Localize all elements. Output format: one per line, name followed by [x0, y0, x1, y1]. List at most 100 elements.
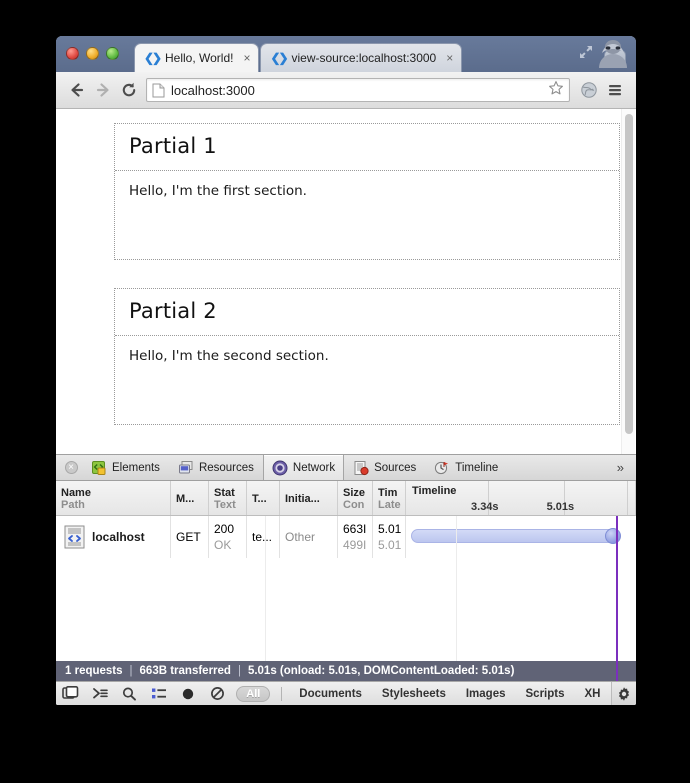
page-viewport: Partial 1 Hello, I'm the first section. …	[56, 109, 636, 454]
incognito-icon	[599, 40, 627, 68]
devtools-tab-bar: × Elements Resources Network Sources Tim…	[56, 455, 636, 481]
zoom-window-button[interactable]	[106, 47, 119, 60]
bookmark-star-icon[interactable]	[542, 80, 564, 101]
filter-stylesheets[interactable]: Stylesheets	[372, 688, 456, 700]
window-controls	[66, 47, 119, 60]
dock-side-button[interactable]	[56, 686, 85, 701]
devtools-panel: × Elements Resources Network Sources Tim…	[56, 454, 636, 705]
address-bar-text: localhost:3000	[171, 82, 255, 98]
filter-documents[interactable]: Documents	[289, 688, 372, 700]
filter-images[interactable]: Images	[456, 688, 516, 700]
clear-button[interactable]	[203, 686, 232, 701]
col-title: T...	[252, 493, 267, 505]
col-title: Size	[343, 487, 366, 499]
column-header-name[interactable]: Name Path	[56, 481, 171, 515]
request-timeline-bar	[410, 528, 621, 544]
column-header-status[interactable]: Stat Text	[209, 481, 247, 515]
browser-tab-1[interactable]: ❮❯ view-source:localhost:3000 ×	[260, 43, 463, 72]
code-favicon: ❮❯	[270, 51, 288, 65]
col-subtitle: Con	[343, 499, 365, 511]
status-text: OK	[214, 538, 232, 552]
gear-icon	[618, 686, 629, 701]
reload-button[interactable]	[116, 77, 142, 103]
back-button[interactable]	[64, 77, 90, 103]
large-rows-button[interactable]	[144, 687, 173, 701]
devtools-tab-elements[interactable]: Elements	[82, 455, 169, 480]
chrome-menu-button[interactable]	[602, 77, 628, 103]
col-title: M...	[176, 493, 195, 505]
network-row-list: localhost GET 200 OK te... Other 663I 49…	[56, 516, 636, 661]
col-subtitle: Text	[214, 499, 236, 511]
column-header-initiator[interactable]: Initia...	[280, 481, 338, 515]
code-favicon: ❮❯	[143, 51, 162, 65]
column-header-timeline[interactable]: Timeline 3.34s 5.01s	[406, 481, 636, 515]
elements-icon	[92, 460, 106, 475]
page-scrollbar[interactable]	[621, 109, 635, 454]
devtools-settings-button[interactable]	[610, 682, 636, 705]
star-icon	[549, 80, 563, 94]
partial-2-body: Hello, I'm the second section.	[129, 348, 329, 364]
filter-xhr[interactable]: XH	[575, 688, 611, 700]
devtools-tab-label: Timeline	[455, 461, 499, 474]
search-button[interactable]	[115, 686, 144, 702]
forward-arrow-icon	[96, 83, 109, 97]
reload-icon	[122, 82, 136, 97]
minimize-window-button[interactable]	[86, 47, 99, 60]
summary-separator: |	[129, 665, 133, 677]
close-icon: ×	[64, 461, 78, 474]
close-tab-icon[interactable]: ×	[243, 52, 250, 64]
record-button[interactable]	[174, 687, 203, 701]
devtools-tab-sources[interactable]: Sources	[344, 455, 425, 480]
size-value: 663I	[343, 521, 367, 536]
column-header-size[interactable]: Size Con	[338, 481, 373, 515]
devtools-filter-bar: All Documents Stylesheets Images Scripts…	[56, 681, 636, 705]
close-tab-icon[interactable]: ×	[446, 52, 453, 64]
cell-name: localhost	[56, 516, 171, 558]
cell-initiator: Other	[280, 516, 338, 558]
timing-summary: 5.01s (onload: 5.01s, DOMContentLoaded: …	[247, 665, 515, 677]
fullscreen-icon[interactable]	[578, 44, 594, 60]
devtools-tab-timeline[interactable]: Timeline	[425, 455, 507, 480]
partial-section-1: Partial 1 Hello, I'm the first section.	[114, 123, 620, 260]
cell-timeline	[406, 516, 636, 558]
content-value: 499I	[343, 538, 367, 552]
console-prompt-icon	[92, 688, 108, 699]
devtools-tab-label: Sources	[374, 461, 417, 474]
browser-window: ❮❯ Hello, World! × ❮❯ view-source:localh…	[56, 36, 636, 705]
network-summary-bar: 1 requests | 663B transferred | 5.01s (o…	[56, 661, 636, 681]
page-scrollbar-thumb[interactable]	[625, 114, 633, 434]
devtools-tab-label: Elements	[112, 461, 160, 474]
address-bar[interactable]: localhost:3000	[146, 78, 570, 102]
column-header-type[interactable]: T...	[247, 481, 280, 515]
transferred-size: 663B transferred	[139, 665, 231, 677]
partial-2-header: Partial 2	[115, 289, 619, 336]
filter-all-button[interactable]: All	[236, 685, 271, 702]
search-icon	[123, 687, 137, 701]
devtools-tab-resources[interactable]: Resources	[169, 455, 263, 480]
forward-button[interactable]	[90, 77, 116, 103]
devtools-close-button[interactable]: ×	[60, 455, 82, 480]
timeline-label: Timeline	[412, 485, 457, 497]
cell-status: 200 OK	[209, 516, 247, 558]
devtools-tab-network[interactable]: Network	[262, 455, 345, 480]
page-content: Partial 1 Hello, I'm the first section. …	[56, 109, 636, 425]
network-table: Name Path M... Stat Text T... Initia...	[56, 481, 636, 661]
cell-type: te...	[247, 516, 280, 558]
translate-button[interactable]	[576, 77, 602, 103]
column-header-method[interactable]: M...	[171, 481, 209, 515]
close-window-button[interactable]	[66, 47, 79, 60]
browser-tab-0[interactable]: ❮❯ Hello, World! ×	[134, 43, 260, 72]
devtools-overflow-button[interactable]: »	[605, 455, 636, 480]
hamburger-menu-icon	[609, 85, 621, 96]
col-subtitle: Path	[61, 499, 85, 511]
filter-scripts[interactable]: Scripts	[516, 688, 575, 700]
tab-list: ❮❯ Hello, World! × ❮❯ view-source:localh…	[134, 43, 463, 72]
table-row[interactable]: localhost GET 200 OK te... Other 663I 49…	[56, 516, 636, 558]
status-code: 200	[214, 521, 235, 536]
column-header-time[interactable]: Tim Late	[373, 481, 406, 515]
timeline-tick-label: 5.01s	[546, 501, 575, 513]
network-icon	[272, 460, 288, 475]
partial-1-heading: Partial 1	[129, 134, 217, 158]
console-button[interactable]	[85, 686, 114, 701]
tab-strip: ❮❯ Hello, World! × ❮❯ view-source:localh…	[56, 36, 636, 72]
